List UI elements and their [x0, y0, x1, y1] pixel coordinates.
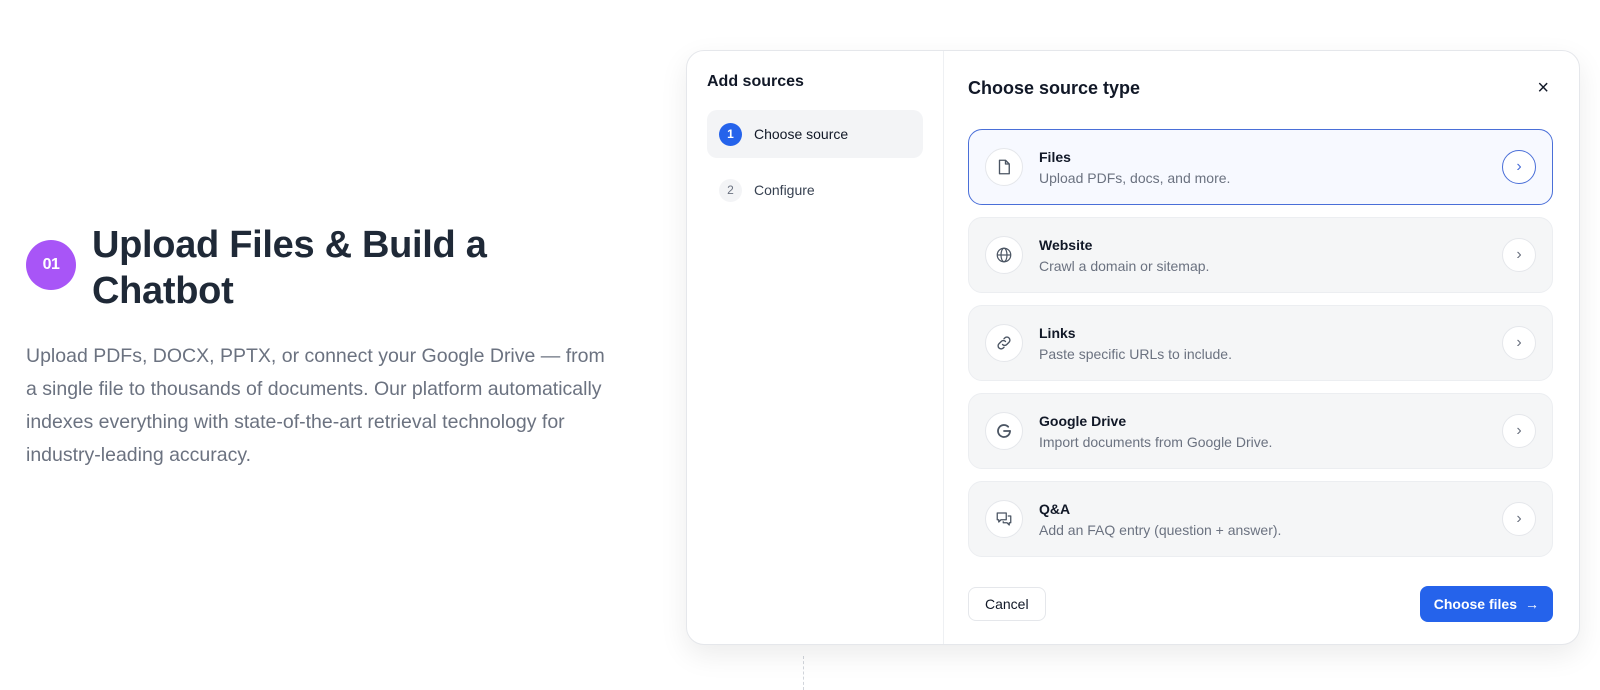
source-description: Paste specific URLs to include. — [1039, 345, 1232, 362]
source-text: Files Upload PDFs, docs, and more. — [1039, 149, 1502, 186]
chevron-right-icon[interactable]: › — [1502, 238, 1536, 272]
step-number-badge: 01 — [26, 240, 76, 290]
source-option-website[interactable]: Website Crawl a domain or sitemap. › — [968, 217, 1553, 293]
step-label: Choose source — [754, 126, 849, 142]
modal-main: Choose source type × Files Upload PDFs, … — [944, 51, 1579, 644]
source-option-google-drive[interactable]: Google Drive Import documents from Googl… — [968, 393, 1553, 469]
step-choose-source[interactable]: 1 Choose source — [707, 110, 923, 158]
source-description: Upload PDFs, docs, and more. — [1039, 169, 1231, 186]
feature-intro: 01 Upload Files & Build a Chatbot Upload… — [26, 222, 626, 472]
chevron-right-icon[interactable]: › — [1502, 414, 1536, 448]
chevron-right-icon[interactable]: › — [1502, 502, 1536, 536]
source-option-files[interactable]: Files Upload PDFs, docs, and more. › — [968, 129, 1553, 205]
modal-footer: Cancel Choose files → — [968, 586, 1553, 622]
source-option-qa[interactable]: Q&A Add an FAQ entry (question + answer)… — [968, 481, 1553, 557]
modal-title: Choose source type — [968, 77, 1141, 98]
step-number: 1 — [719, 122, 742, 146]
source-title: Links — [1039, 324, 1076, 341]
source-description: Crawl a domain or sitemap. — [1039, 257, 1210, 274]
cancel-button[interactable]: Cancel — [968, 587, 1046, 621]
step-number: 2 — [719, 178, 742, 202]
globe-icon — [985, 236, 1023, 274]
chat-icon — [985, 500, 1023, 538]
source-option-links[interactable]: Links Paste specific URLs to include. › — [968, 305, 1553, 381]
add-sources-modal: Add sources 1 Choose source 2 Configure … — [686, 50, 1580, 645]
source-text: Q&A Add an FAQ entry (question + answer)… — [1039, 501, 1502, 538]
choose-files-button[interactable]: Choose files → — [1419, 586, 1553, 622]
source-title: Google Drive — [1039, 412, 1127, 429]
modal-header: Choose source type × — [968, 73, 1553, 103]
source-text: Links Paste specific URLs to include. — [1039, 325, 1502, 362]
choose-files-label: Choose files — [1433, 596, 1517, 612]
feature-title: Upload Files & Build a Chatbot — [92, 224, 487, 312]
step-label: Configure — [754, 182, 815, 198]
source-title: Q&A — [1039, 500, 1071, 517]
step-configure[interactable]: 2 Configure — [707, 166, 923, 214]
source-type-list: Files Upload PDFs, docs, and more. › Web… — [968, 129, 1553, 557]
google-icon — [985, 412, 1023, 450]
file-icon — [985, 148, 1023, 186]
source-text: Website Crawl a domain or sitemap. — [1039, 237, 1502, 274]
modal-sidebar: Add sources 1 Choose source 2 Configure — [687, 51, 944, 644]
chevron-right-icon[interactable]: › — [1502, 150, 1536, 184]
source-title: Website — [1039, 236, 1093, 253]
close-icon[interactable]: × — [1533, 78, 1553, 98]
feature-heading: 01 Upload Files & Build a Chatbot — [26, 222, 626, 314]
chevron-right-icon[interactable]: › — [1502, 326, 1536, 360]
feature-description: Upload PDFs, DOCX, PPTX, or connect your… — [26, 345, 605, 466]
source-title: Files — [1039, 148, 1071, 165]
link-icon — [985, 324, 1023, 362]
arrow-right-icon: → — [1525, 596, 1539, 612]
source-description: Add an FAQ entry (question + answer). — [1039, 521, 1282, 538]
sidebar-title: Add sources — [707, 73, 804, 90]
source-description: Import documents from Google Drive. — [1039, 433, 1273, 450]
source-text: Google Drive Import documents from Googl… — [1039, 413, 1502, 450]
connector-line — [803, 656, 804, 690]
